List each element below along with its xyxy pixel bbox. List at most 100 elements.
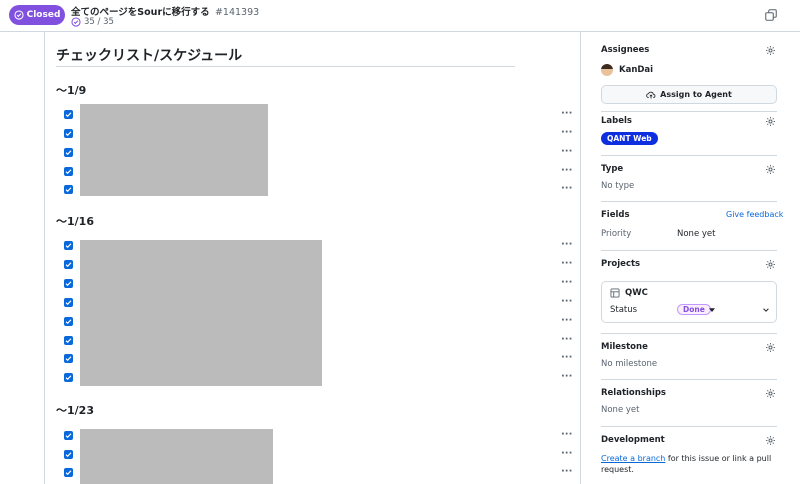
redacted-block (80, 240, 322, 386)
task-menu-button[interactable]: ··· (561, 353, 572, 363)
divider (601, 250, 777, 251)
progress-check-icon (71, 17, 81, 27)
section-heading-1: 〜1/9 (56, 84, 87, 97)
task-menu-button[interactable]: ··· (561, 147, 572, 157)
checkmark-icon (65, 319, 72, 325)
copy-icon[interactable] (765, 9, 777, 21)
task-checkbox[interactable] (64, 336, 73, 345)
priority-label: Priority (601, 229, 632, 239)
task-menu-button[interactable]: ··· (561, 166, 572, 176)
heading-divider (56, 66, 515, 67)
section-heading-2: 〜1/16 (56, 215, 94, 228)
section-heading-3: 〜1/23 (56, 404, 94, 417)
caret-down-icon[interactable] (709, 308, 715, 313)
milestone-title: Milestone (601, 342, 648, 352)
task-menu-button[interactable]: ··· (561, 109, 572, 119)
checkmark-icon (65, 169, 72, 175)
progress-text: 35 / 35 (84, 17, 114, 27)
gear-icon[interactable] (765, 259, 776, 270)
task-checkbox[interactable] (64, 317, 73, 326)
divider (601, 155, 777, 156)
task-menu-button[interactable]: ··· (561, 184, 572, 194)
give-feedback-link[interactable]: Give feedback (726, 210, 783, 219)
assign-to-agent-label: Assign to Agent (660, 90, 732, 99)
issue-body: チェックリスト/スケジュール 〜1/9 ··· ··· ··· ··· ··· … (44, 32, 581, 484)
checkmark-icon (65, 243, 72, 249)
task-menu-button[interactable]: ··· (561, 430, 572, 440)
task-menu-button[interactable]: ··· (561, 449, 572, 459)
task-menu-button[interactable]: ··· (561, 467, 572, 477)
task-menu-button[interactable]: ··· (561, 128, 572, 138)
gear-icon[interactable] (765, 164, 776, 175)
avatar[interactable] (601, 64, 613, 76)
task-menu-button[interactable]: ··· (561, 335, 572, 345)
check-circle-icon (14, 10, 24, 20)
checkmark-icon (65, 300, 72, 306)
project-card: QWC Status Done (601, 281, 777, 323)
task-checkbox[interactable] (64, 450, 73, 459)
issue-header: Closed 全てのページをSourに移行する #141393 35 / 35 (0, 0, 800, 32)
task-checkbox[interactable] (64, 167, 73, 176)
issue-sidebar: Assignees KanDai Assign to Agent Labels … (581, 32, 800, 484)
assignees-title: Assignees (601, 45, 650, 55)
labels-title: Labels (601, 116, 632, 126)
development-title: Development (601, 435, 665, 445)
task-checkbox[interactable] (64, 110, 73, 119)
task-menu-button[interactable]: ··· (561, 297, 572, 307)
task-checkbox[interactable] (64, 431, 73, 440)
assignee-name[interactable]: KanDai (619, 65, 653, 75)
divider (601, 201, 777, 202)
checkmark-icon (65, 356, 72, 362)
type-title: Type (601, 164, 624, 174)
task-checkbox[interactable] (64, 241, 73, 250)
task-checkbox[interactable] (64, 185, 73, 194)
task-checkbox[interactable] (64, 354, 73, 363)
gear-icon[interactable] (765, 116, 776, 127)
task-checkbox[interactable] (64, 373, 73, 382)
assign-to-agent-button[interactable]: Assign to Agent (601, 85, 777, 104)
table-icon (610, 288, 620, 298)
task-menu-button[interactable]: ··· (561, 240, 572, 250)
status-done-pill[interactable]: Done (677, 304, 711, 315)
task-checkbox[interactable] (64, 279, 73, 288)
relationships-value: None yet (601, 405, 640, 415)
checkmark-icon (65, 187, 72, 193)
create-branch-link[interactable]: Create a branch (601, 454, 665, 463)
type-value: No type (601, 181, 635, 191)
gear-icon[interactable] (765, 45, 776, 56)
checkmark-icon (65, 452, 72, 458)
checkmark-icon (65, 470, 72, 476)
gear-icon[interactable] (765, 388, 776, 399)
gear-icon[interactable] (765, 342, 776, 353)
gear-icon[interactable] (765, 435, 776, 446)
task-menu-button[interactable]: ··· (561, 316, 572, 326)
task-checkbox[interactable] (64, 129, 73, 138)
project-name[interactable]: QWC (625, 288, 648, 298)
milestone-value: No milestone (601, 359, 658, 369)
checkmark-icon (65, 338, 72, 344)
redacted-block (80, 429, 273, 484)
status-label: Status (610, 305, 638, 315)
divider (601, 333, 777, 334)
closed-state-badge: Closed (9, 5, 65, 25)
task-checkbox[interactable] (64, 468, 73, 477)
task-menu-button[interactable]: ··· (561, 278, 572, 288)
relationships-title: Relationships (601, 388, 666, 398)
task-checkbox[interactable] (64, 148, 73, 157)
issue-number: #141393 (214, 7, 260, 18)
divider (601, 426, 777, 427)
task-menu-button[interactable]: ··· (561, 372, 572, 382)
task-menu-button[interactable]: ··· (561, 259, 572, 269)
divider (601, 111, 777, 112)
task-progress: 35 / 35 (71, 17, 114, 27)
task-checkbox[interactable] (64, 260, 73, 269)
projects-title: Projects (601, 259, 641, 269)
checkmark-icon (65, 262, 72, 268)
checkmark-icon (65, 112, 72, 118)
checkmark-icon (65, 433, 72, 439)
priority-value[interactable]: None yet (677, 229, 715, 239)
chevron-down-icon[interactable] (762, 306, 770, 314)
label-qant-web[interactable]: QANT Web (601, 132, 658, 145)
task-checkbox[interactable] (64, 298, 73, 307)
development-text: Create a branch for this issue or link a… (601, 453, 777, 475)
